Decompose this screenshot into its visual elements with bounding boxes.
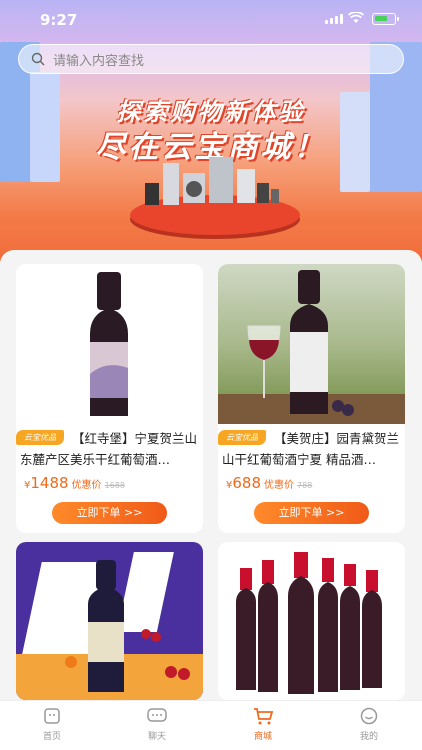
tab-label: 商城 [253,732,272,742]
product-price: ¥ 1488 优惠价 1688 [24,474,125,492]
buy-now-button[interactable]: 立即下单 >> [254,502,369,524]
product-title[interactable]: 【红寺堡】宁夏贺兰山东麓产区美乐干红葡萄酒… [20,428,200,470]
product-card[interactable] [16,542,203,700]
product-image [218,264,405,424]
home-icon [44,708,60,724]
original-price: 788 [297,481,313,490]
wifi-icon [348,12,364,23]
product-image [16,264,203,424]
product-image [218,542,405,700]
product-title[interactable]: 【美贺庄】园青黛贺兰山干红葡萄酒宁夏 精品酒… [222,428,402,470]
tab-mall[interactable]: 商城 [233,705,293,742]
tab-label: 聊天 [147,732,166,742]
tab-chat[interactable]: 聊天 [127,705,187,742]
price-label: 优惠价 [71,480,102,491]
battery-icon [372,13,399,25]
product-image [16,542,203,700]
product-grid: 云宝优品 【红寺堡】宁夏贺兰山东麓产区美乐干红葡萄酒… ¥ 1488 优惠价 1… [0,250,422,700]
tab-label: 首页 [42,732,61,742]
product-price: ¥ 688 优惠价 788 [226,474,312,492]
status-bar: 9:27 [0,0,422,40]
buy-now-button[interactable]: 立即下单 >> [52,502,167,524]
tab-label: 我的 [359,732,378,742]
profile-icon [360,707,378,725]
search-icon [31,52,45,66]
product-card[interactable]: 云宝优品 【美贺庄】园青黛贺兰山干红葡萄酒宁夏 精品酒… ¥ 688 优惠价 7… [218,264,405,533]
product-card[interactable]: 云宝优品 【红寺堡】宁夏贺兰山东麓产区美乐干红葡萄酒… ¥ 1488 优惠价 1… [16,264,203,533]
bottom-tab-bar: 首页 聊天 商城 我的 [0,700,422,750]
tab-home[interactable]: 首页 [22,705,82,742]
price-amount: 688 [232,474,262,492]
signal-icon [325,14,343,24]
original-price: 1688 [104,481,125,490]
cart-icon [254,708,274,725]
search-placeholder[interactable]: 请输入内容查找 [53,50,144,69]
product-card[interactable] [218,542,405,700]
chat-icon [147,708,167,722]
status-time: 9:27 [40,11,78,29]
price-label: 优惠价 [264,480,295,491]
search-bar[interactable]: 请输入内容查找 [18,44,404,74]
appliances-illustration [145,157,279,205]
price-amount: 1488 [30,474,69,492]
tab-profile[interactable]: 我的 [339,705,399,742]
